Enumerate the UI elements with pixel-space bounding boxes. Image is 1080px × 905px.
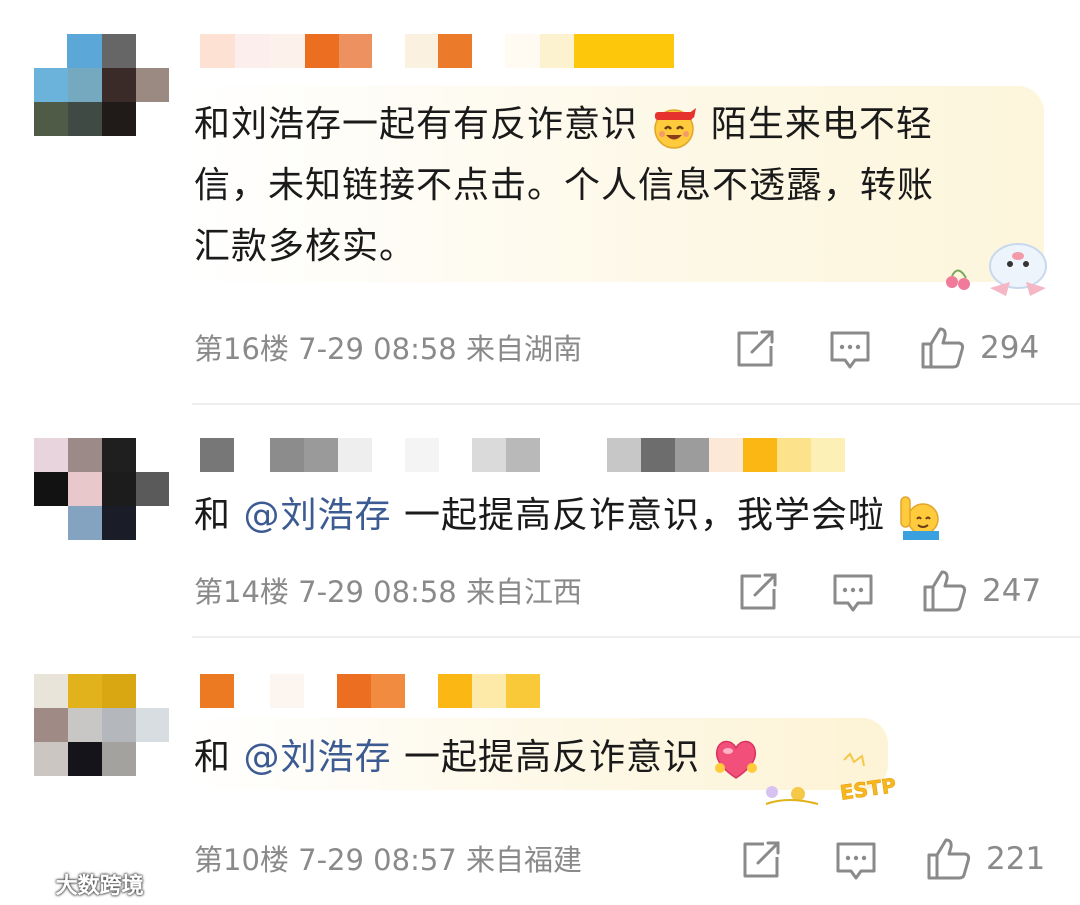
comment-location: 来自湖南 bbox=[465, 332, 582, 366]
comment-date: 7-29 bbox=[298, 575, 364, 609]
share-icon[interactable] bbox=[739, 573, 779, 611]
comment-icon[interactable] bbox=[835, 841, 877, 881]
comment-text: 和刘浩存一起有有反诈意识 陌生来电不轻 信，未知链接不点击。个人信息不透露，转账… bbox=[194, 94, 1024, 277]
like-count: 221 bbox=[986, 841, 1046, 877]
comment-time: 08:57 bbox=[373, 843, 457, 877]
comment-date: 7-29 bbox=[298, 843, 364, 877]
share-icon[interactable] bbox=[736, 330, 776, 368]
comment-icon[interactable] bbox=[832, 573, 874, 613]
username-blurred[interactable] bbox=[200, 674, 550, 708]
comment-icon[interactable] bbox=[829, 330, 871, 370]
like-thumb-icon[interactable] bbox=[922, 569, 968, 613]
comment-text: 和 @刘浩存 一起提高反诈意识，我学会啦 bbox=[194, 485, 943, 546]
weibo-logo-icon bbox=[9, 875, 44, 900]
comment-suffix: 一起提高反诈意识 bbox=[403, 737, 700, 778]
comment-text: 和 @刘浩存 一起提高反诈意识 bbox=[194, 727, 760, 788]
like-count: 247 bbox=[982, 573, 1042, 609]
comment-date: 7-29 bbox=[298, 332, 364, 366]
like-count: 294 bbox=[980, 330, 1040, 366]
username-blurred[interactable] bbox=[200, 34, 680, 68]
bubble-sticker-icon: ESTP bbox=[765, 752, 898, 805]
comment-time: 08:58 bbox=[373, 332, 457, 366]
heart-hug-icon bbox=[715, 740, 758, 779]
comment-location: 来自福建 bbox=[465, 843, 582, 877]
user-mention-link[interactable]: @刘浩存 bbox=[243, 737, 391, 778]
comment-meta: 第16楼 7-29 08:58 来自湖南 bbox=[194, 329, 582, 369]
avatar[interactable] bbox=[34, 438, 169, 540]
floor-number: 第14楼 bbox=[194, 575, 289, 609]
comment-prefix: 和 bbox=[194, 495, 232, 536]
estp-badge-label: ESTP bbox=[838, 773, 897, 805]
comment-prefix: 和 bbox=[194, 737, 232, 778]
raising-hand-icon bbox=[900, 496, 940, 540]
floor-number: 第16楼 bbox=[194, 332, 289, 366]
comment-meta: 第10楼 7-29 08:57 来自福建 bbox=[194, 840, 582, 880]
comment-text-line: 陌生来电不轻 bbox=[710, 104, 933, 145]
grinning-headband-face-icon bbox=[654, 108, 697, 149]
floor-number: 第10楼 bbox=[194, 843, 289, 877]
avatar[interactable] bbox=[34, 674, 169, 776]
comment-text-line: 汇款多核实。 bbox=[194, 226, 417, 267]
like-thumb-icon[interactable] bbox=[926, 837, 972, 881]
like-thumb-icon[interactable] bbox=[920, 326, 966, 370]
user-mention-link[interactable]: @刘浩存 bbox=[243, 495, 391, 536]
comment-text-line: 信，未知链接不点击。个人信息不透露，转账 bbox=[194, 165, 935, 206]
comment-suffix: 一起提高反诈意识，我学会啦 bbox=[403, 495, 885, 536]
comment-meta: 第14楼 7-29 08:58 来自江西 bbox=[194, 572, 582, 612]
share-icon[interactable] bbox=[742, 841, 782, 879]
comment-text-line: 和刘浩存一起有有反诈意识 bbox=[194, 104, 639, 145]
comment-location: 来自江西 bbox=[465, 575, 582, 609]
avatar[interactable] bbox=[34, 34, 169, 136]
username-blurred[interactable] bbox=[200, 438, 850, 472]
comment-time: 08:58 bbox=[373, 575, 457, 609]
watermark: 大数跨境 bbox=[8, 868, 144, 901]
watermark-text: 大数跨境 bbox=[55, 874, 144, 899]
comment-divider bbox=[192, 403, 1080, 405]
comment-divider bbox=[192, 636, 1080, 638]
